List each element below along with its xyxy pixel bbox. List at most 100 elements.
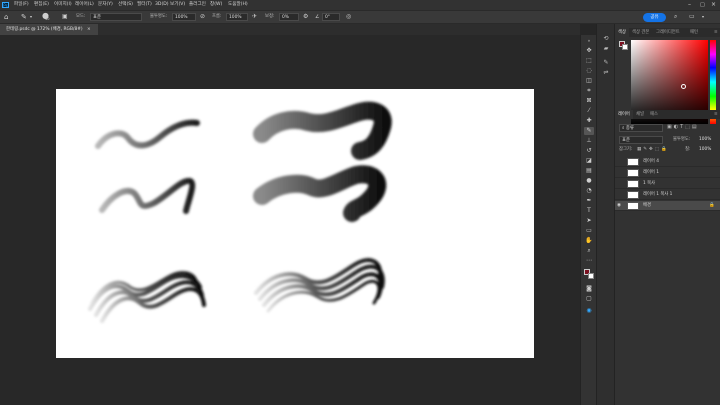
clone-stamp-icon[interactable]: ⊥	[584, 137, 594, 145]
document-canvas[interactable]	[56, 89, 534, 358]
lasso-icon[interactable]: ◌	[584, 67, 594, 75]
crop-icon[interactable]: ⌗	[584, 87, 594, 95]
layer-thumbnail	[627, 169, 639, 177]
tab-channels[interactable]: 채널	[633, 110, 647, 119]
more-tools-icon[interactable]: ⋯	[584, 257, 594, 265]
airbrush-icon[interactable]: ✈	[252, 11, 257, 23]
eyedropper-icon[interactable]: ⁄	[584, 107, 594, 115]
menu-filter[interactable]: 필터(T)	[137, 0, 152, 10]
type-icon[interactable]: T	[584, 207, 594, 215]
smoothing-input[interactable]: 0%	[279, 13, 299, 21]
layer-row[interactable]: 레이어 4	[615, 157, 720, 167]
menu-plugins[interactable]: 플러그인	[189, 0, 206, 10]
brush-icon[interactable]: ✎	[21, 11, 27, 23]
angle-icon[interactable]: ∠	[315, 11, 319, 23]
share-cloud-icon[interactable]: ◉	[584, 307, 594, 315]
brush-settings-icon[interactable]: ▣	[62, 11, 68, 23]
hand-icon[interactable]: ✋	[584, 237, 594, 245]
menu-layer[interactable]: 레이어(L)	[75, 0, 94, 10]
history-brush-icon[interactable]: ↺	[584, 147, 594, 155]
tab-layers[interactable]: 레이어	[615, 110, 633, 119]
menu-edit[interactable]: 편집(E)	[34, 0, 49, 10]
move-icon[interactable]: ✥	[584, 47, 594, 55]
opacity-input[interactable]: 100%	[172, 13, 196, 21]
close-tab-icon[interactable]: ×	[87, 27, 91, 32]
share-button[interactable]: 공유	[643, 13, 666, 22]
brush-tool-icon[interactable]: ✎	[584, 127, 594, 135]
flow-input[interactable]: 100%	[226, 13, 248, 21]
menu-help[interactable]: 도움말(H)	[228, 0, 248, 10]
workspace-icon[interactable]: ▭	[689, 11, 695, 23]
panel-menu-icon[interactable]: ≡	[714, 110, 718, 119]
angle-input[interactable]: 0°	[322, 13, 340, 21]
layer-name: 레이어 4	[643, 159, 659, 164]
fill-label: 칠:	[685, 147, 691, 152]
tab-patterns[interactable]: 패턴	[687, 28, 701, 37]
panel-icon-strip: ⟲ ▰ ✎ ⇌	[596, 24, 614, 405]
comments-panel-icon[interactable]: ▰	[601, 44, 611, 53]
close-window-icon[interactable]: ×	[711, 0, 716, 10]
layer-filter-icons[interactable]: ▣◐T⬚▤	[667, 124, 699, 130]
adjustments-panel-icon[interactable]: ⇌	[601, 68, 611, 77]
pressure-opacity-icon[interactable]: ⊘	[200, 11, 205, 23]
eye-icon[interactable]: ◉	[617, 201, 621, 211]
maximize-icon[interactable]: □	[700, 0, 705, 10]
screen-mode-icon[interactable]: ▢	[584, 295, 594, 303]
menu-3d[interactable]: 3D(D)	[155, 0, 169, 10]
pressure-size-icon[interactable]: ◎	[346, 11, 351, 23]
blend-mode-select[interactable]: 표준	[619, 136, 663, 144]
layer-thumbnail	[627, 191, 639, 199]
layer-row[interactable]: 1 복사	[615, 179, 720, 189]
tab-paths[interactable]: 패스	[647, 110, 661, 119]
frame-icon[interactable]: ⊠	[584, 97, 594, 105]
object-selection-icon[interactable]: ◫	[584, 77, 594, 85]
layer-row-background[interactable]: ◉ 배경 🔒	[615, 201, 720, 211]
color-panel-tabs: 색상 색상 견본 그레이디언트 패턴 ≡	[615, 28, 720, 37]
minimize-icon[interactable]: –	[688, 0, 691, 10]
menu-file[interactable]: 파일(F)	[14, 0, 29, 10]
tab-swatches[interactable]: 색상 견본	[629, 28, 652, 37]
layer-filter-select[interactable]: ⌕ 종류	[619, 124, 663, 132]
menu-window[interactable]: 창(W)	[210, 0, 222, 10]
options-bar: ⌂ ✎ ▾ ● 40 ▣ 모드: 표준 불투명도: 100% ⊘ 흐름: 100…	[0, 10, 720, 24]
quick-mask-icon[interactable]: ◙	[584, 285, 594, 293]
layers-panel-tabs: 레이어 채널 패스 ≡	[615, 110, 720, 119]
color-background-swatch[interactable]	[622, 44, 628, 50]
menu-select[interactable]: 선택(S)	[118, 0, 133, 10]
pen-icon[interactable]: ✒	[584, 197, 594, 205]
rectangle-icon[interactable]: ▭	[584, 227, 594, 235]
path-selection-icon[interactable]: ➤	[584, 217, 594, 225]
layer-row[interactable]: 레이어 1 복사 1	[615, 190, 720, 200]
brush-panel-icon[interactable]: ✎	[601, 58, 611, 67]
menu-type[interactable]: 문자(Y)	[98, 0, 113, 10]
layer-opacity-value[interactable]: 100%	[699, 136, 711, 144]
document-tab-title: 한테링.psdc @ 172% (배경, RGB/8#)	[6, 27, 83, 32]
tab-gradients[interactable]: 그레이디언트	[653, 28, 683, 37]
chevron-down-icon[interactable]: ▾	[30, 11, 32, 23]
tab-color[interactable]: 색상	[615, 28, 629, 37]
layer-row[interactable]: 레이어 1	[615, 168, 720, 178]
color-cursor[interactable]	[681, 84, 686, 89]
layer-opacity-label: 불투명도:	[673, 137, 691, 142]
gradient-icon[interactable]: ▤	[584, 167, 594, 175]
dodge-icon[interactable]: ◔	[584, 187, 594, 195]
gear-icon[interactable]: ⚙	[303, 11, 308, 23]
artboard-icon[interactable]: ⬚	[584, 57, 594, 65]
home-icon[interactable]: ⌂	[4, 11, 8, 23]
healing-brush-icon[interactable]: ✚	[584, 117, 594, 125]
eraser-icon[interactable]: ◪	[584, 157, 594, 165]
menu-image[interactable]: 이미지(I)	[54, 0, 72, 10]
background-color-swatch[interactable]	[588, 273, 594, 279]
lock-icons[interactable]: ▦✎✥⬚🔒	[637, 146, 669, 154]
zoom-icon[interactable]: ⌕	[584, 247, 594, 255]
chevron-down-icon[interactable]: ▾	[702, 11, 704, 23]
document-tab[interactable]: 한테링.psdc @ 172% (배경, RGB/8#) ×	[0, 24, 98, 35]
history-panel-icon[interactable]: ⟲	[601, 34, 611, 43]
blur-icon[interactable]: ●	[584, 177, 594, 185]
fill-value[interactable]: 100%	[699, 146, 711, 154]
panel-menu-icon[interactable]: ≡	[714, 28, 718, 37]
search-icon[interactable]: ⌕	[674, 11, 677, 23]
menu-view[interactable]: 보기(V)	[170, 0, 185, 10]
mode-select[interactable]: 표준	[90, 13, 142, 21]
toolbox-collapse-icon[interactable]: »	[584, 37, 594, 45]
